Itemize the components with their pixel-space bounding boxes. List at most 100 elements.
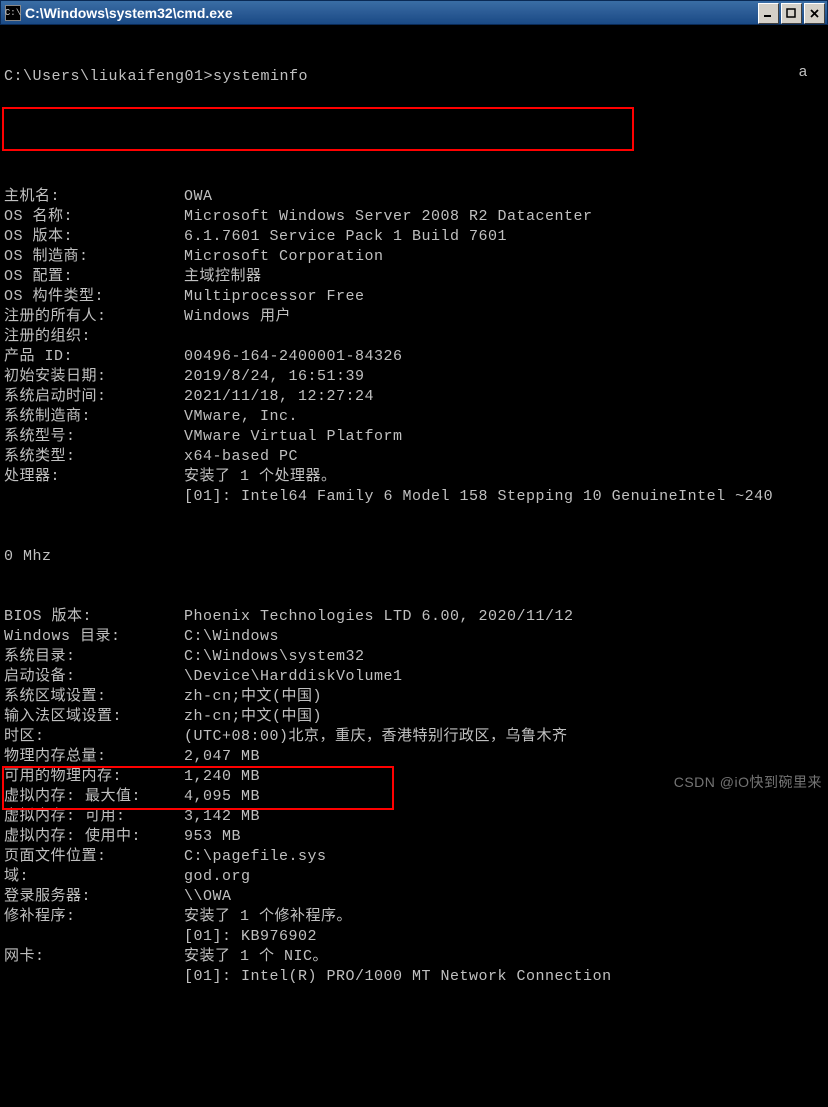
cmd-icon: C:\ xyxy=(5,5,21,21)
field-value: 3,142 MB xyxy=(184,807,260,827)
stray-char: a xyxy=(798,63,808,83)
field-label xyxy=(4,487,184,507)
field-value: 安装了 1 个 NIC。 xyxy=(184,947,328,967)
output-row: OS 构件类型:Multiprocessor Free xyxy=(4,287,824,307)
field-label: 登录服务器: xyxy=(4,887,184,907)
field-value: C:\Windows\system32 xyxy=(184,647,365,667)
field-label: 系统区域设置: xyxy=(4,687,184,707)
output-row: Windows 目录:C:\Windows xyxy=(4,627,824,647)
output-row: 初始安装日期:2019/8/24, 16:51:39 xyxy=(4,367,824,387)
field-label: 系统启动时间: xyxy=(4,387,184,407)
field-label: 初始安装日期: xyxy=(4,367,184,387)
field-value: 主域控制器 xyxy=(184,267,262,287)
window-title: C:\Windows\system32\cmd.exe xyxy=(25,5,233,21)
field-label: 启动设备: xyxy=(4,667,184,687)
field-label: 处理器: xyxy=(4,467,184,487)
field-value: 2019/8/24, 16:51:39 xyxy=(184,367,365,387)
window-controls xyxy=(758,3,825,24)
field-value: 00496-164-2400001-84326 xyxy=(184,347,403,367)
field-label xyxy=(4,967,184,987)
output-row: 注册的组织: xyxy=(4,327,824,347)
field-label: BIOS 版本: xyxy=(4,607,184,627)
command: systeminfo xyxy=(213,67,308,87)
field-value: 安装了 1 个修补程序。 xyxy=(184,907,352,927)
output-row: 系统目录:C:\Windows\system32 xyxy=(4,647,824,667)
output-row: [01]: KB976902 xyxy=(4,927,824,947)
field-value: VMware, Inc. xyxy=(184,407,298,427)
minimize-button[interactable] xyxy=(758,3,779,24)
field-label: 修补程序: xyxy=(4,907,184,927)
field-label: OS 配置: xyxy=(4,267,184,287)
prompt-line: C:\Users\liukaifeng01>systeminfo xyxy=(4,67,824,87)
terminal-output[interactable]: C:\Users\liukaifeng01>systeminfo 主机名:OWA… xyxy=(0,25,828,796)
field-value: zh-cn;中文(中国) xyxy=(184,707,322,727)
field-label: 域: xyxy=(4,867,184,887)
field-value: [01]: Intel(R) PRO/1000 MT Network Conne… xyxy=(184,967,612,987)
field-label: 系统类型: xyxy=(4,447,184,467)
output-row: OS 版本:6.1.7601 Service Pack 1 Build 7601 xyxy=(4,227,824,247)
field-value: (UTC+08:00)北京，重庆，香港特别行政区，乌鲁木齐 xyxy=(184,727,568,747)
output-row: 注册的所有人:Windows 用户 xyxy=(4,307,824,327)
field-value: [01]: Intel64 Family 6 Model 158 Steppin… xyxy=(184,487,773,507)
field-value: \\OWA xyxy=(184,887,232,907)
field-label: 虚拟内存: 使用中: xyxy=(4,827,184,847)
output-row: 系统区域设置:zh-cn;中文(中国) xyxy=(4,687,824,707)
field-value: Multiprocessor Free xyxy=(184,287,365,307)
field-value: god.org xyxy=(184,867,251,887)
output-row: 页面文件位置:C:\pagefile.sys xyxy=(4,847,824,867)
close-button[interactable] xyxy=(804,3,825,24)
field-value: 2,047 MB xyxy=(184,747,260,767)
field-value: 6.1.7601 Service Pack 1 Build 7601 xyxy=(184,227,507,247)
field-value: x64-based PC xyxy=(184,447,298,467)
output-row: 主机名:OWA xyxy=(4,187,824,207)
field-label: 系统制造商: xyxy=(4,407,184,427)
output-row: 域:god.org xyxy=(4,867,824,887)
blank-line xyxy=(4,127,824,147)
field-value: C:\Windows xyxy=(184,627,279,647)
output-row: BIOS 版本:Phoenix Technologies LTD 6.00, 2… xyxy=(4,607,824,627)
field-label: 虚拟内存: 最大值: xyxy=(4,787,184,807)
output-row: 产品 ID:00496-164-2400001-84326 xyxy=(4,347,824,367)
field-value: zh-cn;中文(中国) xyxy=(184,687,322,707)
field-label: OS 制造商: xyxy=(4,247,184,267)
output-row: 系统型号:VMware Virtual Platform xyxy=(4,427,824,447)
field-value: Phoenix Technologies LTD 6.00, 2020/11/1… xyxy=(184,607,574,627)
field-label: 注册的组织: xyxy=(4,327,184,347)
field-label: 可用的物理内存: xyxy=(4,767,184,787)
output-row: OS 名称:Microsoft Windows Server 2008 R2 D… xyxy=(4,207,824,227)
output-row: 处理器:安装了 1 个处理器。 xyxy=(4,467,824,487)
output-row: 时区:(UTC+08:00)北京，重庆，香港特别行政区，乌鲁木齐 xyxy=(4,727,824,747)
output-row: 系统制造商:VMware, Inc. xyxy=(4,407,824,427)
output-row: 虚拟内存: 使用中:953 MB xyxy=(4,827,824,847)
wrap-line: 0 Mhz xyxy=(4,547,824,567)
field-label: 物理内存总量: xyxy=(4,747,184,767)
field-label: OS 名称: xyxy=(4,207,184,227)
field-label: Windows 目录: xyxy=(4,627,184,647)
field-label: 虚拟内存: 可用: xyxy=(4,807,184,827)
field-label: 时区: xyxy=(4,727,184,747)
prompt: C:\Users\liukaifeng01> xyxy=(4,67,213,87)
output-row: [01]: Intel64 Family 6 Model 158 Steppin… xyxy=(4,487,824,507)
field-label: 系统型号: xyxy=(4,427,184,447)
output-row: 登录服务器:\\OWA xyxy=(4,887,824,907)
field-label: OS 构件类型: xyxy=(4,287,184,307)
field-value: 1,240 MB xyxy=(184,767,260,787)
field-label: OS 版本: xyxy=(4,227,184,247)
field-label: 输入法区域设置: xyxy=(4,707,184,727)
field-value: 安装了 1 个处理器。 xyxy=(184,467,337,487)
maximize-button[interactable] xyxy=(781,3,802,24)
field-value: C:\pagefile.sys xyxy=(184,847,327,867)
field-value: 953 MB xyxy=(184,827,241,847)
output-row: 物理内存总量:2,047 MB xyxy=(4,747,824,767)
field-value: VMware Virtual Platform xyxy=(184,427,403,447)
field-value: Microsoft Windows Server 2008 R2 Datacen… xyxy=(184,207,593,227)
titlebar: C:\ C:\Windows\system32\cmd.exe xyxy=(0,0,828,25)
field-label: 网卡: xyxy=(4,947,184,967)
output-row: 网卡:安装了 1 个 NIC。 xyxy=(4,947,824,967)
field-label: 页面文件位置: xyxy=(4,847,184,867)
watermark: CSDN @iO快到碗里来 xyxy=(674,772,822,792)
output-row: 系统启动时间:2021/11/18, 12:27:24 xyxy=(4,387,824,407)
field-value: Windows 用户 xyxy=(184,307,291,327)
field-value: 4,095 MB xyxy=(184,787,260,807)
field-label: 产品 ID: xyxy=(4,347,184,367)
